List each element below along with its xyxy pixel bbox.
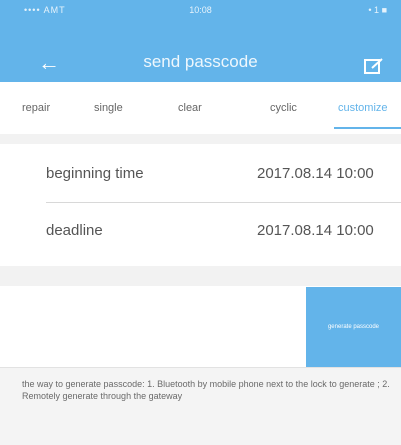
- edit-icon[interactable]: [363, 57, 385, 75]
- tab-repair[interactable]: repair: [22, 102, 50, 114]
- page-title: send passcode: [143, 52, 258, 71]
- beginning-time-value: 2017.08.14 10:00: [257, 165, 374, 182]
- tab-clear[interactable]: clear: [178, 102, 202, 114]
- deadline-value: 2017.08.14 10:00: [257, 222, 374, 239]
- section-separator: [0, 266, 401, 286]
- active-tab-indicator: [334, 127, 401, 129]
- deadline-label: deadline: [46, 222, 103, 239]
- passcode-type-tabs: repair single clear cyclic customize: [0, 82, 401, 134]
- deadline-row[interactable]: deadline 2017.08.14 10:00: [0, 203, 401, 259]
- clock-label: 10:08: [189, 5, 212, 15]
- battery-indicator: • 1 ■: [368, 5, 387, 15]
- status-bar: •••• AMT 10:08 • 1 ■: [0, 0, 401, 22]
- beginning-time-row[interactable]: beginning time 2017.08.14 10:00: [0, 146, 401, 202]
- beginning-time-label: beginning time: [46, 165, 144, 182]
- help-text: the way to generate passcode: 1. Bluetoo…: [22, 379, 390, 401]
- section-separator: [0, 134, 401, 144]
- help-panel: the way to generate passcode: 1. Bluetoo…: [0, 367, 401, 445]
- tab-single[interactable]: single: [94, 102, 123, 114]
- app-header: •••• AMT 10:08 • 1 ■ ← send passcode: [0, 0, 401, 82]
- tab-cyclic[interactable]: cyclic: [270, 102, 297, 114]
- tab-customize[interactable]: customize: [338, 102, 388, 114]
- generate-passcode-button[interactable]: generate passcode: [306, 287, 401, 367]
